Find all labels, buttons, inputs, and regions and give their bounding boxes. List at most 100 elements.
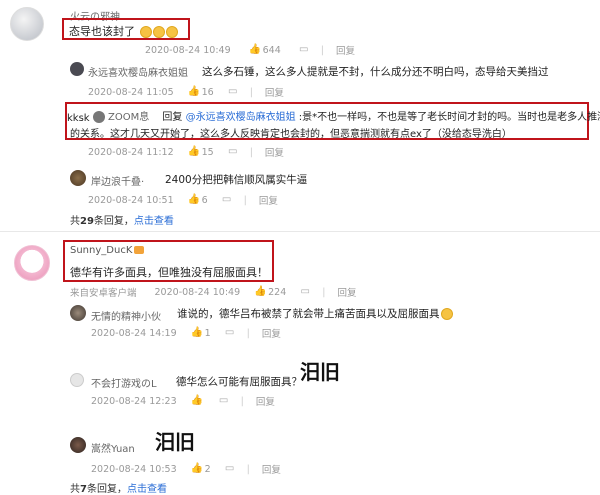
like-count: 1	[204, 327, 211, 339]
reply-text-line-1: ZOOM息 回复 @永远喜欢樱岛麻衣姐姐 :景*不也一样吗，不也是等了老长时间才…	[108, 108, 600, 123]
divider: |	[249, 86, 253, 98]
reply-button[interactable]: 回复	[337, 285, 356, 299]
divider: |	[246, 327, 250, 339]
smirk-emoji-icon	[139, 26, 152, 38]
like-count: 2	[204, 463, 211, 475]
comment-icon[interactable]: ▭	[228, 147, 238, 157]
divider: |	[320, 44, 324, 56]
reply-button[interactable]: 回复	[259, 193, 278, 207]
thread-divider	[0, 231, 600, 232]
reply-button[interactable]: 回复	[262, 462, 281, 476]
view-more-link[interactable]: 点击查看	[134, 216, 174, 227]
reply-button[interactable]: 回复	[256, 394, 275, 408]
reply-meta: 2020-08-24 14:19 👍 1 ▭ | 回复	[91, 326, 281, 341]
reply-meta: 2020-08-24 10:51 👍 6 ▭ | 回复	[88, 193, 278, 208]
reply-button[interactable]: 回复	[336, 43, 355, 57]
comment-icon[interactable]: ▭	[219, 396, 229, 406]
comment-icon[interactable]: ▭	[222, 195, 232, 205]
mention-link[interactable]: @永远喜欢樱岛麻衣姐姐	[186, 112, 296, 123]
reply-body: 谁说的，德华吕布被禁了就会带上痛苦面具以及屈服面具	[177, 308, 440, 320]
comment-icon[interactable]: ▭	[228, 87, 238, 97]
reply-text-line-2: 的关系。这才几天又开始了，这么多人反映肯定也会封的，但恶意揣测就有点ex了（没给…	[70, 129, 512, 140]
view-more-link[interactable]: 点击查看	[127, 484, 167, 495]
like-count: 644	[262, 44, 281, 56]
like-count: 15	[201, 146, 214, 158]
divider: |	[249, 146, 253, 158]
avatar[interactable]	[93, 111, 105, 123]
thumbs-up-icon[interactable]: 👍	[191, 328, 203, 338]
reply-text: 谁说的，德华吕布被禁了就会带上痛苦面具以及屈服面具	[177, 306, 453, 321]
avatar[interactable]	[70, 373, 84, 387]
reply-button[interactable]: 回复	[265, 85, 284, 99]
reply-username[interactable]: 不会打游戏のL	[91, 375, 157, 390]
reply-text: 2400分把把韩信顺风属实牛逼	[165, 174, 308, 186]
thumbs-up-icon[interactable]: 👍	[188, 147, 200, 157]
source-label: 来自安卓客户端	[70, 288, 137, 299]
more-count: 7	[80, 484, 87, 495]
timestamp: 2020-08-24 10:51	[88, 194, 174, 206]
like-count: 16	[201, 86, 214, 98]
reply-button[interactable]: 回复	[265, 145, 284, 159]
reply-username[interactable]: 岸边浪千叠·	[91, 173, 144, 188]
divider: |	[243, 194, 247, 206]
more-suffix: 条回复，	[93, 216, 134, 227]
reply-text: 德华怎么可能有屈服面具？	[176, 376, 302, 388]
avatar[interactable]	[70, 305, 86, 321]
reply-prefix: 回复	[162, 112, 183, 123]
avatar[interactable]	[14, 245, 50, 281]
timestamp: 2020-08-24 12:23	[91, 395, 177, 407]
timestamp: 2020-08-24 11:12	[88, 146, 174, 158]
more-replies: 共7条回复，点击查看	[70, 480, 167, 495]
comment-text: 德华有许多面具，但唯独没有屈服面具！	[70, 266, 268, 279]
more-replies: 共29条回复，点击查看	[70, 212, 174, 227]
level-badge-icon	[134, 246, 145, 254]
comment-meta: 来自安卓客户端 2020-08-24 10:49 👍 224 ▭ | 回复	[70, 285, 356, 300]
thumbs-up-icon[interactable]: 👍	[191, 396, 203, 406]
like-count: 6	[201, 194, 208, 206]
thumbs-up-icon[interactable]: 👍	[249, 45, 261, 55]
thumbs-up-icon[interactable]: 👍	[254, 287, 266, 297]
avatar[interactable]	[70, 170, 86, 186]
timestamp: 2020-08-24 11:05	[88, 86, 174, 98]
avatar[interactable]	[10, 7, 44, 41]
reply-body-1: :景*不也一样吗，不也是等了老长时间才封的吗。当时也是老多人推测景*	[298, 112, 600, 123]
handwritten-text: 汨旧	[300, 360, 340, 384]
timestamp: 2020-08-24 10:49	[145, 44, 231, 56]
divider: |	[246, 463, 250, 475]
divider: |	[240, 395, 244, 407]
comment-text: 态导也该封了	[69, 23, 178, 39]
comment-username-row: Sunny_DucK	[70, 245, 145, 256]
more-count: 29	[80, 216, 94, 227]
divider: |	[322, 286, 326, 298]
more-suffix: 条回复，	[86, 484, 127, 495]
avatar[interactable]	[70, 437, 86, 453]
comment-body: 态导也该封了	[69, 25, 135, 38]
comment-username[interactable]: Sunny_DucK	[70, 245, 132, 256]
reply-username[interactable]: 嵩然Yuan	[91, 440, 135, 455]
reply-meta: 2020-08-24 11:12 👍 15 ▭ | 回复	[88, 145, 284, 160]
reply-username[interactable]: ZOOM息	[108, 112, 149, 123]
thumbs-up-icon[interactable]: 👍	[191, 464, 203, 474]
reply-username[interactable]: 永远喜欢樱岛麻衣姐姐	[88, 64, 188, 79]
reply-meta: 2020-08-24 11:05 👍 16 ▭ | 回复	[88, 85, 284, 100]
smirk-emoji-icon	[165, 26, 178, 38]
comment-icon[interactable]: ▭	[299, 45, 309, 55]
comment-icon[interactable]: ▭	[225, 464, 235, 474]
reply-username[interactable]: 无情的精神小伙	[91, 308, 161, 323]
more-prefix: 共	[70, 484, 80, 495]
reply-button[interactable]: 回复	[262, 326, 281, 340]
thumbs-up-icon[interactable]: 👍	[188, 195, 200, 205]
timestamp: 2020-08-24 14:19	[91, 327, 177, 339]
like-count: 224	[268, 286, 287, 298]
handwritten-text: 汨旧	[155, 430, 195, 454]
thumbs-up-icon[interactable]: 👍	[188, 87, 200, 97]
comment-icon[interactable]: ▭	[300, 287, 310, 297]
comment-icon[interactable]: ▭	[225, 328, 235, 338]
smirk-emoji-icon	[152, 26, 165, 38]
more-prefix: 共	[70, 216, 80, 227]
comment-meta: 2020-08-24 10:49 👍 644 ▭ | 回复	[145, 43, 355, 58]
timestamp: 2020-08-24 10:53	[91, 463, 177, 475]
reply-meta: 2020-08-24 10:53 👍 2 ▭ | 回复	[91, 462, 281, 477]
avatar[interactable]	[70, 62, 84, 76]
reply-text: 这么多石锤，这么多人提就是不封，什么成分还不明白吗，态导给天美挡过	[202, 66, 549, 78]
